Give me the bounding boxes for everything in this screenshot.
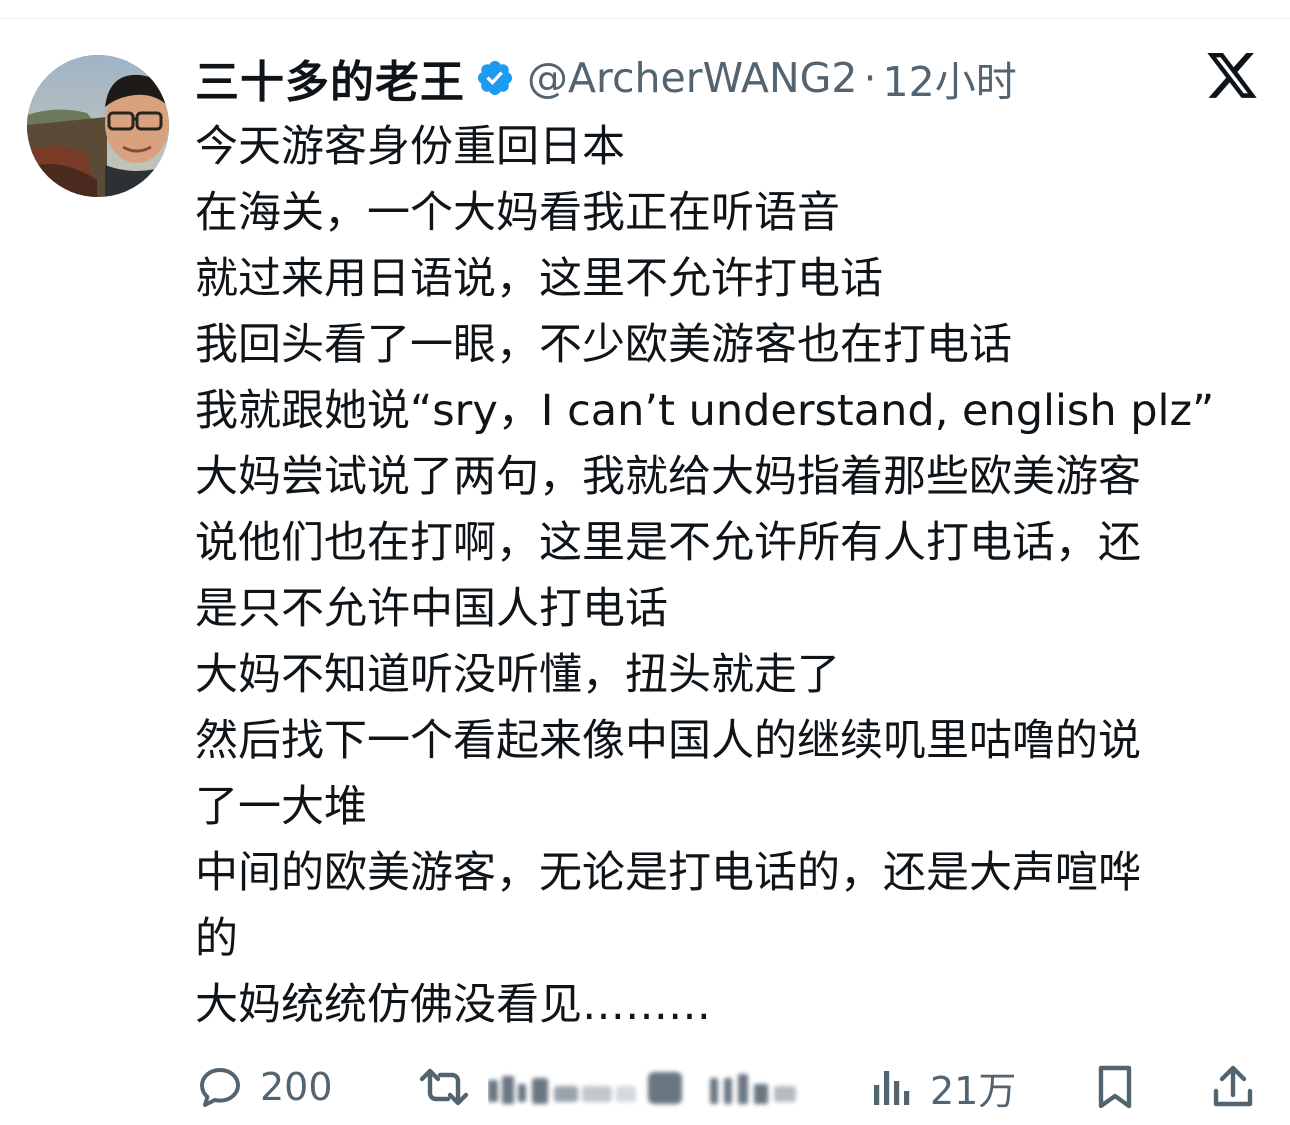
top-divider	[0, 0, 1290, 19]
header-separator: ·	[863, 54, 877, 102]
tweet-line: 中间的欧美游客，无论是打电话的，还是大声喧哗	[195, 848, 1141, 898]
avatar-photo	[27, 55, 169, 197]
share-icon	[1210, 1063, 1256, 1111]
author-handle[interactable]: @ArcherWANG2	[527, 54, 857, 102]
tweet-line: 今天游客身份重回日本	[195, 122, 625, 172]
views-count: 21万	[930, 1068, 1017, 1113]
tweet-line: 我回头看了一眼，不少欧美游客也在打电话	[195, 320, 1012, 370]
tweet-line: 大妈统统仿佛没看见………	[195, 980, 711, 1030]
reply-bubble-icon	[196, 1063, 244, 1111]
repost-icon	[416, 1063, 472, 1111]
views-button[interactable]: 21万	[870, 1062, 1017, 1113]
tweet-line: 大妈不知道听没听懂，扭头就走了	[195, 650, 840, 700]
tweet-header: 三十多的老王 @ArcherWANG2 · 12小时	[195, 48, 1017, 108]
post-time[interactable]: 12小时	[883, 48, 1017, 108]
tweet-line: 在海关，一个大妈看我正在听语音	[195, 188, 840, 238]
avatar[interactable]	[27, 55, 169, 197]
tweet-line: 我就跟她说“sry，I can’t understand, english pl…	[195, 386, 1215, 436]
tweet-line: 大妈尝试说了两句，我就给大妈指着那些欧美游客	[195, 452, 1141, 502]
tweet-text: 今天游客身份重回日本 在海关，一个大妈看我正在听语音 就过来用日语说，这里不允许…	[195, 114, 1265, 1038]
blurred-counts-region	[488, 1068, 803, 1112]
bookmark-button[interactable]	[1093, 1062, 1137, 1112]
tweet-line: 是只不允许中国人打电话	[195, 584, 668, 634]
display-name[interactable]: 三十多的老王	[195, 46, 465, 110]
reply-count: 200	[260, 1065, 333, 1109]
verified-badge-icon[interactable]	[475, 58, 515, 98]
bookmark-icon	[1093, 1063, 1137, 1111]
repost-button[interactable]	[416, 1062, 472, 1112]
tweet-line: 然后找下一个看起来像中国人的继续叽里咕噜的说	[195, 716, 1141, 766]
views-bar-icon	[870, 1065, 914, 1109]
tweet-line: 就过来用日语说，这里不允许打电话	[195, 254, 883, 304]
tweet-line: 的	[195, 914, 238, 964]
tweet-line: 说他们也在打啊，这里是不允许所有人打电话，还	[195, 518, 1141, 568]
share-button[interactable]	[1210, 1062, 1256, 1112]
tweet-line: 了一大堆	[195, 782, 367, 832]
x-logo-icon	[1207, 53, 1259, 100]
reply-button[interactable]: 200	[196, 1062, 333, 1112]
